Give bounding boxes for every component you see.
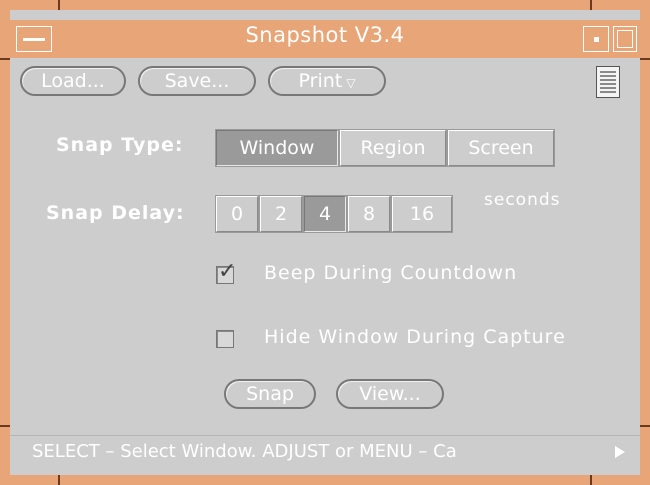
resize-corner-mark <box>590 475 592 485</box>
snap-delay-8[interactable]: 8 <box>347 195 391 233</box>
more-arrow-icon[interactable] <box>615 446 625 458</box>
beep-checkbox[interactable]: ✓ <box>216 259 236 284</box>
snap-delay-label: Snap Delay: <box>46 202 185 224</box>
window-title: Snapshot V3.4 <box>245 23 405 47</box>
snap-type-screen[interactable]: Screen <box>447 129 555 167</box>
resize-corner-mark <box>0 58 10 60</box>
delay-unit-label: seconds <box>484 190 561 210</box>
chevron-down-icon: ▽ <box>346 76 356 90</box>
title-bar[interactable]: Snapshot V3.4 <box>10 20 640 58</box>
snap-button[interactable]: Snap <box>224 379 316 409</box>
footer-divider <box>10 435 640 436</box>
checkmark-icon: ✓ <box>218 259 237 284</box>
hide-window-label: Hide Window During Capture <box>264 326 566 348</box>
maximize-button[interactable] <box>613 26 637 52</box>
hide-window-checkbox[interactable] <box>216 330 234 348</box>
beep-label: Beep During Countdown <box>264 262 518 284</box>
window-frame-left[interactable] <box>0 0 10 485</box>
snap-type-window[interactable]: Window <box>215 129 339 167</box>
document-icon-line <box>600 75 616 77</box>
print-menu-button[interactable]: Print ▽ <box>268 66 386 96</box>
window-frame-top[interactable] <box>0 0 650 10</box>
minimize-button[interactable] <box>583 26 609 52</box>
resize-corner-mark <box>590 0 592 10</box>
minimize-icon <box>594 37 599 42</box>
view-button[interactable]: View... <box>336 379 444 409</box>
resize-corner-mark <box>0 425 10 427</box>
save-button-label: Save... <box>164 70 230 92</box>
document-icon-line <box>600 79 616 81</box>
maximize-icon <box>617 30 633 48</box>
snap-type-region[interactable]: Region <box>339 129 447 167</box>
resize-corner-mark <box>640 425 650 427</box>
window-frame-right[interactable] <box>640 0 650 485</box>
print-button-label: Print <box>298 70 343 92</box>
document-icon-line <box>600 71 616 73</box>
snap-delay-16[interactable]: 16 <box>391 195 453 233</box>
snap-button-label: Snap <box>246 383 294 405</box>
resize-corner-mark <box>58 475 60 485</box>
document-icon-line <box>600 83 616 85</box>
footer-status: SELECT – Select Window. ADJUST or MENU –… <box>32 441 457 462</box>
snapshot-window: Snapshot V3.4 Load... Save... Print ▽ Sna… <box>0 0 650 485</box>
document-icon[interactable] <box>596 66 620 98</box>
snap-type-label: Snap Type: <box>56 134 184 156</box>
document-icon-line <box>600 91 616 93</box>
resize-corner-mark <box>58 0 60 10</box>
snap-delay-2[interactable]: 2 <box>259 195 303 233</box>
window-frame-bottom[interactable] <box>0 475 650 485</box>
load-button-label: Load... <box>41 70 105 92</box>
main-panel: Load... Save... Print ▽ Snap Type: Window… <box>10 58 640 475</box>
view-button-label: View... <box>359 383 421 405</box>
resize-corner-mark <box>640 58 650 60</box>
snap-delay-0[interactable]: 0 <box>215 195 259 233</box>
save-button[interactable]: Save... <box>138 66 256 96</box>
load-button[interactable]: Load... <box>20 66 126 96</box>
document-icon-line <box>600 87 616 89</box>
snap-delay-4[interactable]: 4 <box>303 195 347 233</box>
